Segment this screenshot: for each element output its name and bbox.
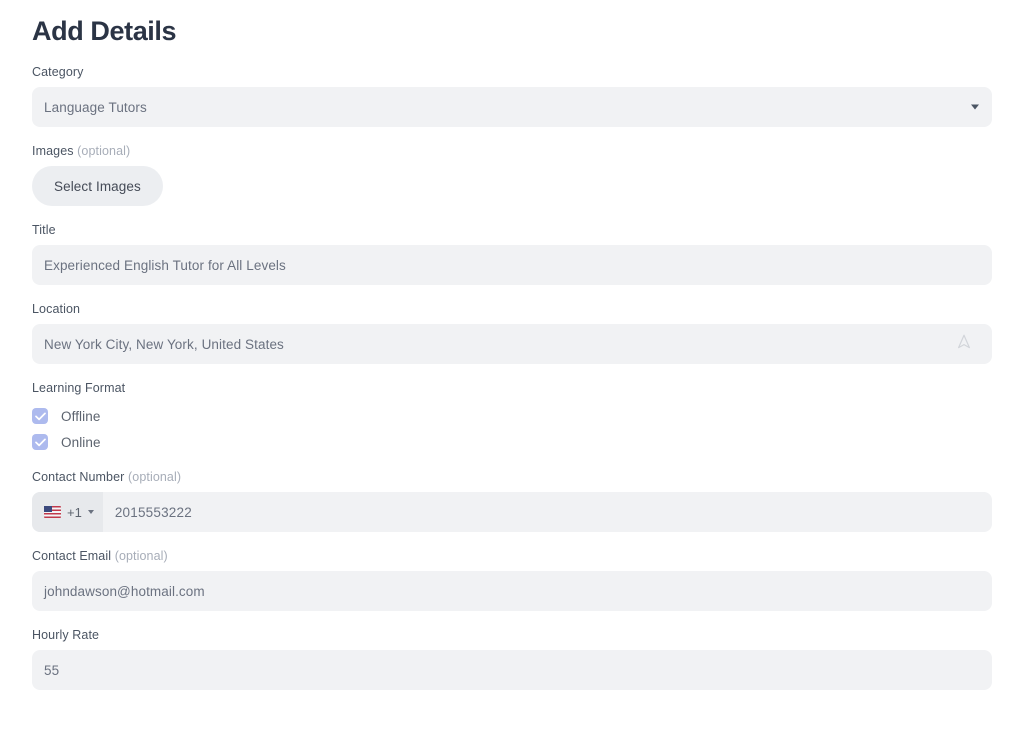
title-input[interactable]: Experienced English Tutor for All Levels <box>32 245 992 285</box>
hourly-rate-value: 55 <box>44 662 60 678</box>
chevron-down-icon[interactable] <box>87 510 94 514</box>
title-label-text: Title <box>32 223 56 237</box>
location-value: New York City, New York, United States <box>44 336 284 352</box>
field-group-hourly-rate: Hourly Rate 55 <box>32 627 992 690</box>
location-label: Location <box>32 301 992 317</box>
field-group-contact-number: Contact Number (optional) +1 2015553222 <box>32 469 992 532</box>
images-label: Images (optional) <box>32 143 992 159</box>
contact-number-label: Contact Number (optional) <box>32 469 992 485</box>
field-group-contact-email: Contact Email (optional) johndawson@hotm… <box>32 548 992 611</box>
hourly-rate-label-text: Hourly Rate <box>32 628 100 642</box>
images-label-text: Images <box>32 144 74 158</box>
hourly-rate-label: Hourly Rate <box>32 627 992 643</box>
location-input[interactable]: New York City, New York, United States <box>32 324 992 364</box>
location-label-text: Location <box>32 302 81 316</box>
contact-number-input[interactable]: +1 2015553222 <box>32 492 992 532</box>
category-value: Language Tutors <box>44 99 147 115</box>
page-title: Add Details <box>32 16 177 46</box>
field-group-images: Images (optional) Select Images <box>32 143 992 206</box>
contact-number-label-text: Contact Number <box>32 470 125 484</box>
field-group-title: Title Experienced English Tutor for All … <box>32 222 992 285</box>
category-select[interactable]: Language Tutors <box>32 87 992 127</box>
us-flag-icon <box>44 506 61 518</box>
hourly-rate-input[interactable]: 55 <box>32 650 992 690</box>
learning-format-label: Learning Format <box>32 380 992 396</box>
field-group-learning-format: Learning Format Offline Online <box>32 380 992 455</box>
checkbox-row-online[interactable]: Online <box>32 429 992 455</box>
contact-email-label-text: Contact Email <box>32 549 112 563</box>
field-group-category: Category Language Tutors <box>32 64 992 127</box>
images-optional-text: (optional) <box>77 144 131 158</box>
contact-email-label: Contact Email (optional) <box>32 548 992 564</box>
checkbox-label-offline: Offline <box>61 408 101 424</box>
checkbox-offline[interactable] <box>32 408 48 424</box>
navigation-arrow-icon[interactable] <box>956 333 972 355</box>
learning-format-label-text: Learning Format <box>32 381 126 395</box>
title-value: Experienced English Tutor for All Levels <box>44 257 286 273</box>
add-details-form: Add Details Category Language Tutors Ima… <box>0 0 1024 755</box>
category-label-text: Category <box>32 65 84 79</box>
checkbox-label-online: Online <box>61 434 101 450</box>
contact-number-optional-text: (optional) <box>128 470 182 484</box>
country-code-value: +1 <box>67 504 82 520</box>
contact-email-value: johndawson@hotmail.com <box>44 583 205 599</box>
country-code-selector[interactable]: +1 <box>32 492 103 532</box>
contact-email-input[interactable]: johndawson@hotmail.com <box>32 571 992 611</box>
contact-email-optional-text: (optional) <box>114 549 168 563</box>
field-group-location: Location New York City, New York, United… <box>32 301 992 364</box>
category-label: Category <box>32 64 992 80</box>
chevron-down-icon[interactable] <box>971 104 979 110</box>
title-label: Title <box>32 222 992 238</box>
checkbox-online[interactable] <box>32 434 48 450</box>
contact-number-value: 2015553222 <box>114 504 192 520</box>
select-images-button[interactable]: Select Images <box>32 166 163 206</box>
checkbox-row-offline[interactable]: Offline <box>32 403 992 429</box>
